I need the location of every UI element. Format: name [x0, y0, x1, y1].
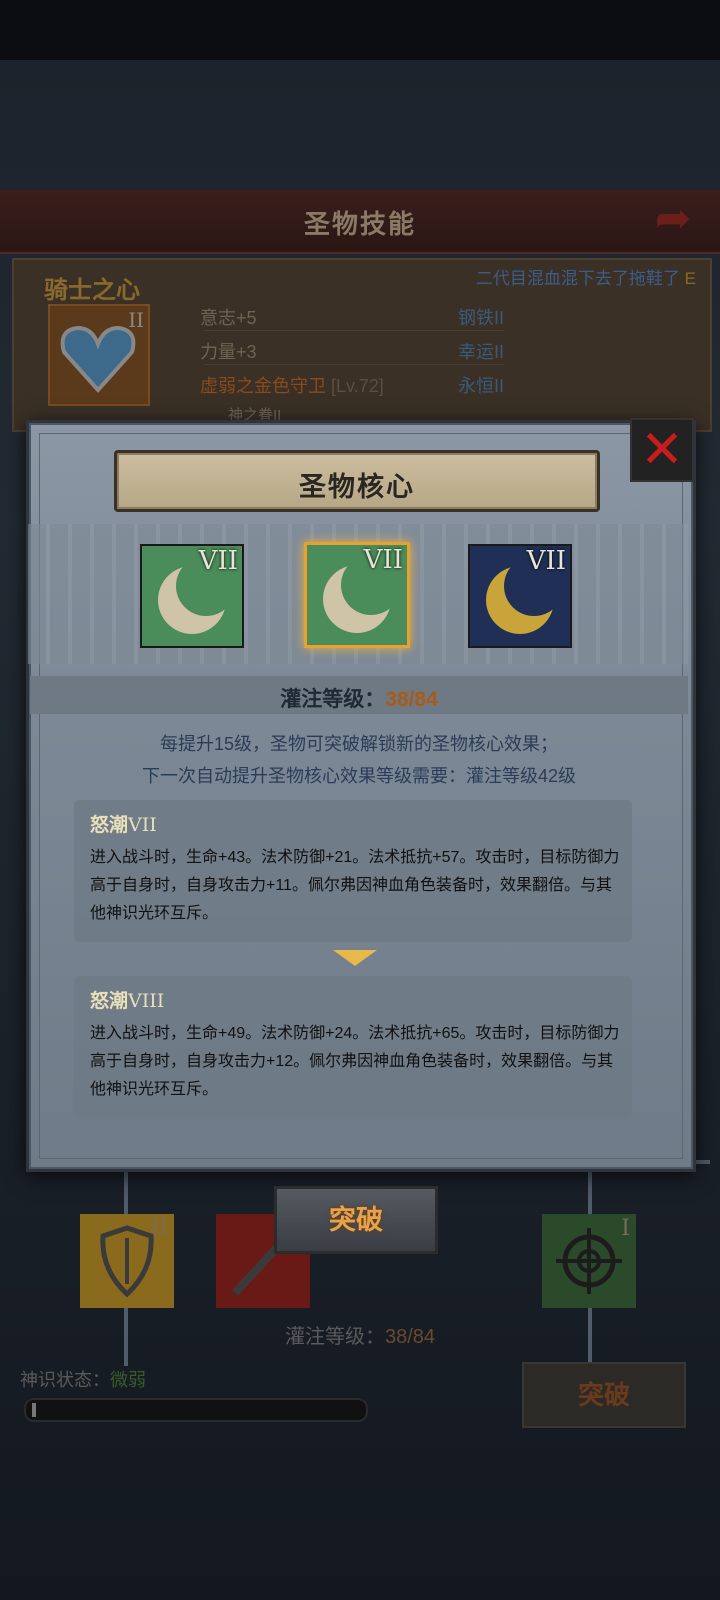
target-icon	[556, 1228, 622, 1294]
status-progress-bar	[24, 1398, 368, 1422]
relic-info-panel: 骑士之心 二代目混血混下去了拖鞋了 E II 意志+5 力量+3 虚弱之金色守卫…	[12, 258, 712, 432]
description-line-1: 每提升15级，圣物可突破解锁新的圣物核心效果；	[159, 734, 559, 754]
divider	[204, 330, 504, 331]
skill-target-tile[interactable]: I	[542, 1214, 636, 1308]
core-rank: VII	[198, 546, 238, 576]
core-rank: VII	[526, 546, 566, 576]
next-effect-box: 怒潮VIII 进入战斗时，生命+49。法术防御+24。法术抵抗+65。攻击时，目…	[74, 976, 632, 1118]
next-effect-text: 进入战斗时，生命+49。法术防御+24。法术抵抗+65。攻击时，目标防御力高于自…	[90, 1025, 620, 1098]
background-infuse-level: 灌注等级：38/84	[284, 1326, 436, 1348]
next-effect-title: 怒潮VIII	[90, 990, 165, 1012]
relic-name: 骑士之心	[44, 277, 140, 304]
core-slot-2[interactable]: VII	[304, 542, 410, 648]
relic-heart-icon[interactable]: II	[48, 304, 150, 406]
core-rank: VII	[363, 545, 403, 575]
stat-steel: 钢铁II	[458, 308, 505, 328]
core-slot-1[interactable]: VII	[140, 544, 244, 648]
stat-eternal: 永恒II	[458, 376, 505, 396]
shield-icon	[100, 1225, 154, 1298]
background-break-button[interactable]: 突破	[522, 1362, 686, 1428]
status-progress-fill	[32, 1403, 36, 1417]
infuse-level-strip: 灌注等级：38/84	[30, 676, 688, 714]
stat-luck: 幸运II	[458, 342, 505, 362]
stat-guard: 虚弱之金色守卫 [Lv.72]	[200, 376, 384, 396]
divine-status: 神识状态：微弱	[20, 1370, 146, 1390]
description-line-2: 下一次自动提升圣物核心效果等级需要：灌注等级42级	[141, 766, 577, 786]
stat-will: 意志+5	[200, 308, 257, 328]
back-arrow-icon[interactable]: ➦	[644, 197, 702, 241]
modal-title: 圣物核心	[299, 472, 415, 502]
owner-name: 二代目混血混下去了拖鞋了 E	[475, 269, 696, 288]
close-button[interactable]: ✕	[630, 418, 694, 482]
stat-strength: 力量+3	[200, 342, 257, 362]
break-button[interactable]: 突破	[274, 1186, 438, 1254]
skill-title-bar: 圣物技能	[0, 190, 720, 254]
chevron-down-icon	[333, 950, 377, 966]
skill-shield-tile[interactable]: II	[80, 1214, 174, 1308]
current-effect-title: 怒潮VII	[90, 814, 157, 836]
close-icon: ✕	[640, 421, 684, 479]
infuse-level: 灌注等级：38/84	[280, 688, 438, 711]
current-effect-text: 进入战斗时，生命+43。法术防御+21。法术抵抗+57。攻击时，目标防御力高于自…	[90, 849, 620, 922]
modal-title-banner: 圣物核心	[114, 450, 600, 512]
divider	[204, 364, 504, 365]
page-title: 圣物技能	[303, 209, 416, 239]
core-slot-3[interactable]: VII	[468, 544, 572, 648]
current-effect-box: 怒潮VII 进入战斗时，生命+43。法术防御+21。法术抵抗+57。攻击时，目标…	[74, 800, 632, 942]
